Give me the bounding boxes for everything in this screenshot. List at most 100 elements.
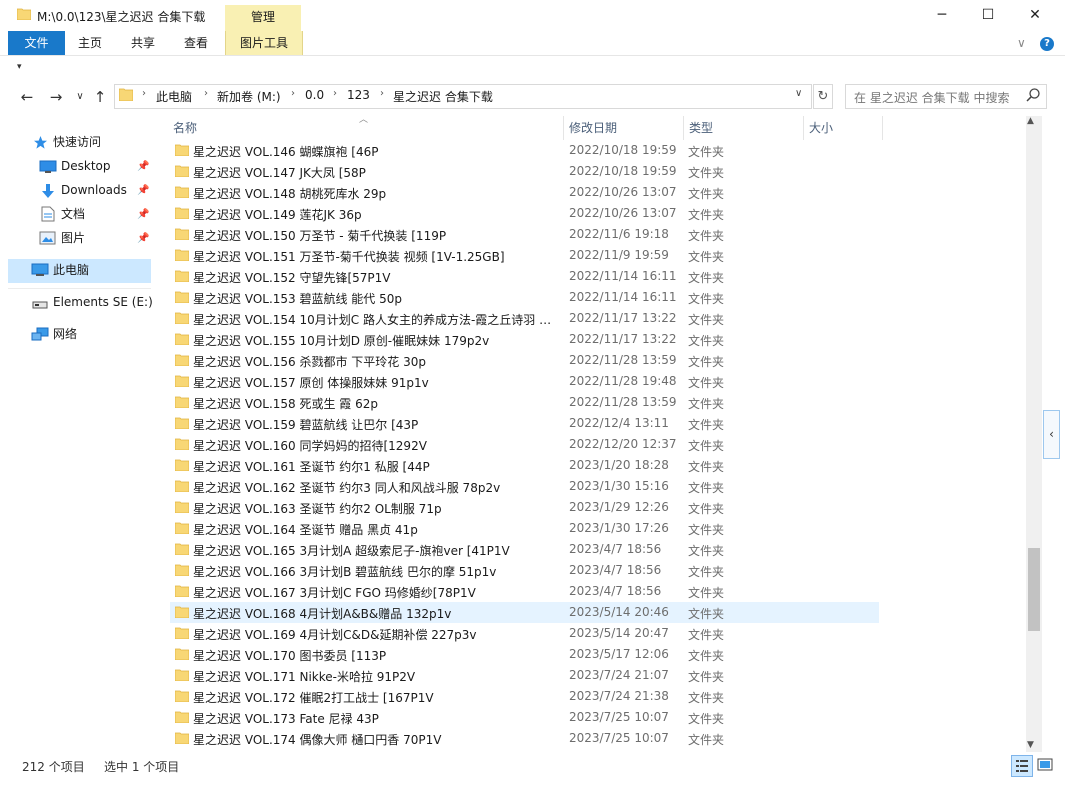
preview-pane-toggle-icon[interactable]: ‹ — [1043, 410, 1060, 459]
file-name[interactable]: 星之迟迟 VOL.152 守望先锋[57P1V — [193, 269, 558, 286]
tab-view[interactable]: 查看 — [176, 31, 216, 55]
table-row[interactable]: 星之迟迟 VOL.163 圣诞节 约尔2 OL制服 71p 2023/1/29 1… — [170, 497, 879, 518]
table-row[interactable]: 星之迟迟 VOL.147 JK大凤 [58P 2022/10/18 19:59 文件… — [170, 161, 879, 182]
table-row[interactable]: 星之迟迟 VOL.154 10月计划C 路人女主的养成方法-霞之丘诗羽 51p 2… — [170, 308, 879, 329]
breadcrumb-current-folder[interactable]: 星之迟迟 合集下载 — [393, 88, 493, 105]
sidebar-item-desktop[interactable]: Desktop — [61, 155, 111, 177]
column-divider[interactable] — [882, 116, 883, 140]
manage-context-label[interactable]: 管理 — [225, 5, 301, 31]
forward-arrow-icon[interactable]: → — [46, 87, 66, 107]
tab-file[interactable]: 文件 — [8, 31, 65, 55]
column-divider[interactable] — [683, 116, 684, 140]
file-name[interactable]: 星之迟迟 VOL.155 10月计划D 原创-催眠妹妹 179p2v — [193, 332, 558, 349]
table-row[interactable]: 星之迟迟 VOL.151 万圣节-菊千代换装 视频 [1V-1.25GB] 202… — [170, 245, 879, 266]
search-icon[interactable] — [1025, 87, 1041, 103]
file-name[interactable]: 星之迟迟 VOL.173 Fate 尼禄 43P — [193, 710, 558, 727]
table-row[interactable]: 星之迟迟 VOL.146 蝴蝶旗袍 [46P 2022/10/18 19:59 文件… — [170, 140, 879, 161]
close-button[interactable]: ✕ — [1012, 0, 1058, 31]
file-name[interactable]: 星之迟迟 VOL.156 杀戮都市 下平玲花 30p — [193, 353, 558, 370]
tab-picture-tools[interactable]: 图片工具 — [225, 31, 303, 55]
file-name[interactable]: 星之迟迟 VOL.154 10月计划C 路人女主的养成方法-霞之丘诗羽 51p — [193, 311, 558, 328]
file-name[interactable]: 星之迟迟 VOL.153 碧蓝航线 能代 50p — [193, 290, 558, 307]
table-row[interactable]: 星之迟迟 VOL.156 杀戮都市 下平玲花 30p 2022/11/28 13:… — [170, 350, 879, 371]
table-row[interactable]: 星之迟迟 VOL.167 3月计划C FGO 玛修婚纱[78P1V 2023/4/… — [170, 581, 879, 602]
table-row[interactable]: 星之迟迟 VOL.166 3月计划B 碧蓝航线 巴尔的摩 51p1v 2023/4… — [170, 560, 879, 581]
file-name[interactable]: 星之迟迟 VOL.148 胡桃死库水 29p — [193, 185, 558, 202]
table-row[interactable]: 星之迟迟 VOL.161 圣诞节 约尔1 私服 [44P 2023/1/20 18… — [170, 455, 879, 476]
breadcrumb-separator[interactable]: › — [291, 88, 295, 99]
table-row[interactable]: 星之迟迟 VOL.170 图书委员 [113P 2023/5/17 12:06 文件… — [170, 644, 879, 665]
maximize-button[interactable]: ☐ — [965, 0, 1011, 31]
sidebar-item-network[interactable]: 网络 — [53, 323, 77, 345]
column-divider[interactable] — [803, 116, 804, 140]
breadcrumb-separator[interactable]: › — [380, 88, 384, 99]
vertical-scrollbar[interactable] — [1026, 116, 1042, 752]
table-row[interactable]: 星之迟迟 VOL.148 胡桃死库水 29p 2022/10/26 13:07 文件… — [170, 182, 879, 203]
sidebar-quick-access[interactable]: 快速访问 — [53, 131, 101, 153]
details-view-icon[interactable] — [1011, 755, 1033, 777]
file-name[interactable]: 星之迟迟 VOL.150 万圣节 - 菊千代换装 [119P — [193, 227, 558, 244]
refresh-icon[interactable]: ↻ — [813, 84, 833, 109]
table-row[interactable]: 星之迟迟 VOL.172 催眠2打工战士 [167P1V 2023/7/24 21… — [170, 686, 879, 707]
file-name[interactable]: 星之迟迟 VOL.163 圣诞节 约尔2 OL制服 71p — [193, 500, 558, 517]
file-name[interactable]: 星之迟迟 VOL.168 4月计划A&B&赠品 132p1v — [193, 605, 558, 622]
table-row[interactable]: 星之迟迟 VOL.160 同学妈妈的招待[1292V 2022/12/20 12:… — [170, 434, 879, 455]
table-row[interactable]: 星之迟迟 VOL.152 守望先锋[57P1V 2022/11/14 16:11 文… — [170, 266, 879, 287]
breadcrumb-separator[interactable]: › — [204, 88, 208, 99]
file-name[interactable]: 星之迟迟 VOL.166 3月计划B 碧蓝航线 巴尔的摩 51p1v — [193, 563, 558, 580]
expand-ribbon-icon[interactable]: ∨ — [1017, 33, 1031, 53]
file-name[interactable]: 星之迟迟 VOL.171 Nikke-米哈拉 91P2V — [193, 668, 558, 685]
table-row[interactable]: 星之迟迟 VOL.173 Fate 尼禄 43P 2023/7/25 10:07 文… — [170, 707, 879, 728]
table-row[interactable]: 星之迟迟 VOL.157 原创 体操服妹妹 91p1v 2022/11/28 19… — [170, 371, 879, 392]
scrollbar-thumb[interactable] — [1028, 548, 1040, 631]
table-row[interactable]: 星之迟迟 VOL.155 10月计划D 原创-催眠妹妹 179p2v 2022/1… — [170, 329, 879, 350]
large-icons-view-icon[interactable] — [1035, 755, 1055, 775]
sidebar-item-drive-e[interactable]: Elements SE (E:) — [53, 291, 153, 313]
file-name[interactable]: 星之迟迟 VOL.170 图书委员 [113P — [193, 647, 558, 664]
file-name[interactable]: 星之迟迟 VOL.172 催眠2打工战士 [167P1V — [193, 689, 558, 706]
address-dropdown-icon[interactable]: ∨ — [795, 88, 802, 99]
file-name[interactable]: 星之迟迟 VOL.169 4月计划C&D&延期补偿 227p3v — [193, 626, 558, 643]
file-name[interactable]: 星之迟迟 VOL.162 圣诞节 约尔3 同人和风战斗服 78p2v — [193, 479, 558, 496]
scroll-up-arrow-icon[interactable]: ▲ — [1027, 116, 1034, 126]
breadcrumb-this-pc[interactable]: 此电脑 — [156, 88, 192, 105]
table-row[interactable]: 星之迟迟 VOL.169 4月计划C&D&延期补偿 227p3v 2023/5/1… — [170, 623, 879, 644]
column-header-name[interactable]: 名称 — [173, 116, 197, 140]
scroll-down-arrow-icon[interactable]: ▼ — [1027, 740, 1034, 750]
customize-quick-access-icon[interactable]: ▾ — [17, 62, 22, 72]
sidebar-item-this-pc[interactable]: 此电脑 — [53, 259, 89, 281]
file-name[interactable]: 星之迟迟 VOL.174 偶像大师 樋口円香 70P1V — [193, 731, 558, 748]
table-row[interactable]: 星之迟迟 VOL.162 圣诞节 约尔3 同人和风战斗服 78p2v 2023/1… — [170, 476, 879, 497]
table-row[interactable]: 星之迟迟 VOL.149 莲花JK 36p 2022/10/26 13:07 文件夹 — [170, 203, 879, 224]
sidebar-item-pictures[interactable]: 图片 — [61, 227, 85, 249]
file-name[interactable]: 星之迟迟 VOL.147 JK大凤 [58P — [193, 164, 558, 181]
breadcrumb-separator[interactable]: › — [142, 88, 146, 99]
table-row[interactable]: 星之迟迟 VOL.164 圣诞节 赠品 黑贞 41p 2023/1/30 17:2… — [170, 518, 879, 539]
tab-home[interactable]: 主页 — [70, 31, 110, 55]
pin-icon[interactable]: 📌 — [137, 185, 149, 196]
column-divider[interactable] — [563, 116, 564, 140]
breadcrumb-separator[interactable]: › — [333, 88, 337, 99]
table-row[interactable]: 星之迟迟 VOL.153 碧蓝航线 能代 50p 2022/11/14 16:11… — [170, 287, 879, 308]
sidebar-item-downloads[interactable]: Downloads — [61, 179, 127, 201]
file-name[interactable]: 星之迟迟 VOL.157 原创 体操服妹妹 91p1v — [193, 374, 558, 391]
pin-icon[interactable]: 📌 — [137, 209, 149, 220]
column-header-date[interactable]: 修改日期 — [569, 116, 617, 140]
file-name[interactable]: 星之迟迟 VOL.164 圣诞节 赠品 黑贞 41p — [193, 521, 558, 538]
table-row[interactable]: 星之迟迟 VOL.158 死或生 霞 62p 2022/11/28 13:59 文件… — [170, 392, 879, 413]
file-name[interactable]: 星之迟迟 VOL.158 死或生 霞 62p — [193, 395, 558, 412]
sidebar-item-documents[interactable]: 文档 — [61, 203, 85, 225]
file-name[interactable]: 星之迟迟 VOL.165 3月计划A 超级索尼子-旗袍ver [41P1V — [193, 542, 558, 559]
table-row[interactable]: 星之迟迟 VOL.150 万圣节 - 菊千代换装 [119P 2022/11/6 … — [170, 224, 879, 245]
tab-share[interactable]: 共享 — [123, 31, 163, 55]
table-row[interactable]: 星之迟迟 VOL.165 3月计划A 超级索尼子-旗袍ver [41P1V 202… — [170, 539, 879, 560]
table-row[interactable]: 星之迟迟 VOL.174 偶像大师 樋口円香 70P1V 2023/7/25 10… — [170, 728, 879, 749]
file-name[interactable]: 星之迟迟 VOL.167 3月计划C FGO 玛修婚纱[78P1V — [193, 584, 558, 601]
up-arrow-icon[interactable]: ↑ — [90, 87, 110, 107]
help-icon[interactable]: ? — [1040, 37, 1054, 51]
breadcrumb-folder-123[interactable]: 123 — [347, 88, 370, 102]
minimize-button[interactable]: ─ — [919, 0, 965, 31]
file-name[interactable]: 星之迟迟 VOL.160 同学妈妈的招待[1292V — [193, 437, 558, 454]
file-name[interactable]: 星之迟迟 VOL.151 万圣节-菊千代换装 视频 [1V-1.25GB] — [193, 248, 558, 265]
column-header-size[interactable]: 大小 — [809, 116, 833, 140]
